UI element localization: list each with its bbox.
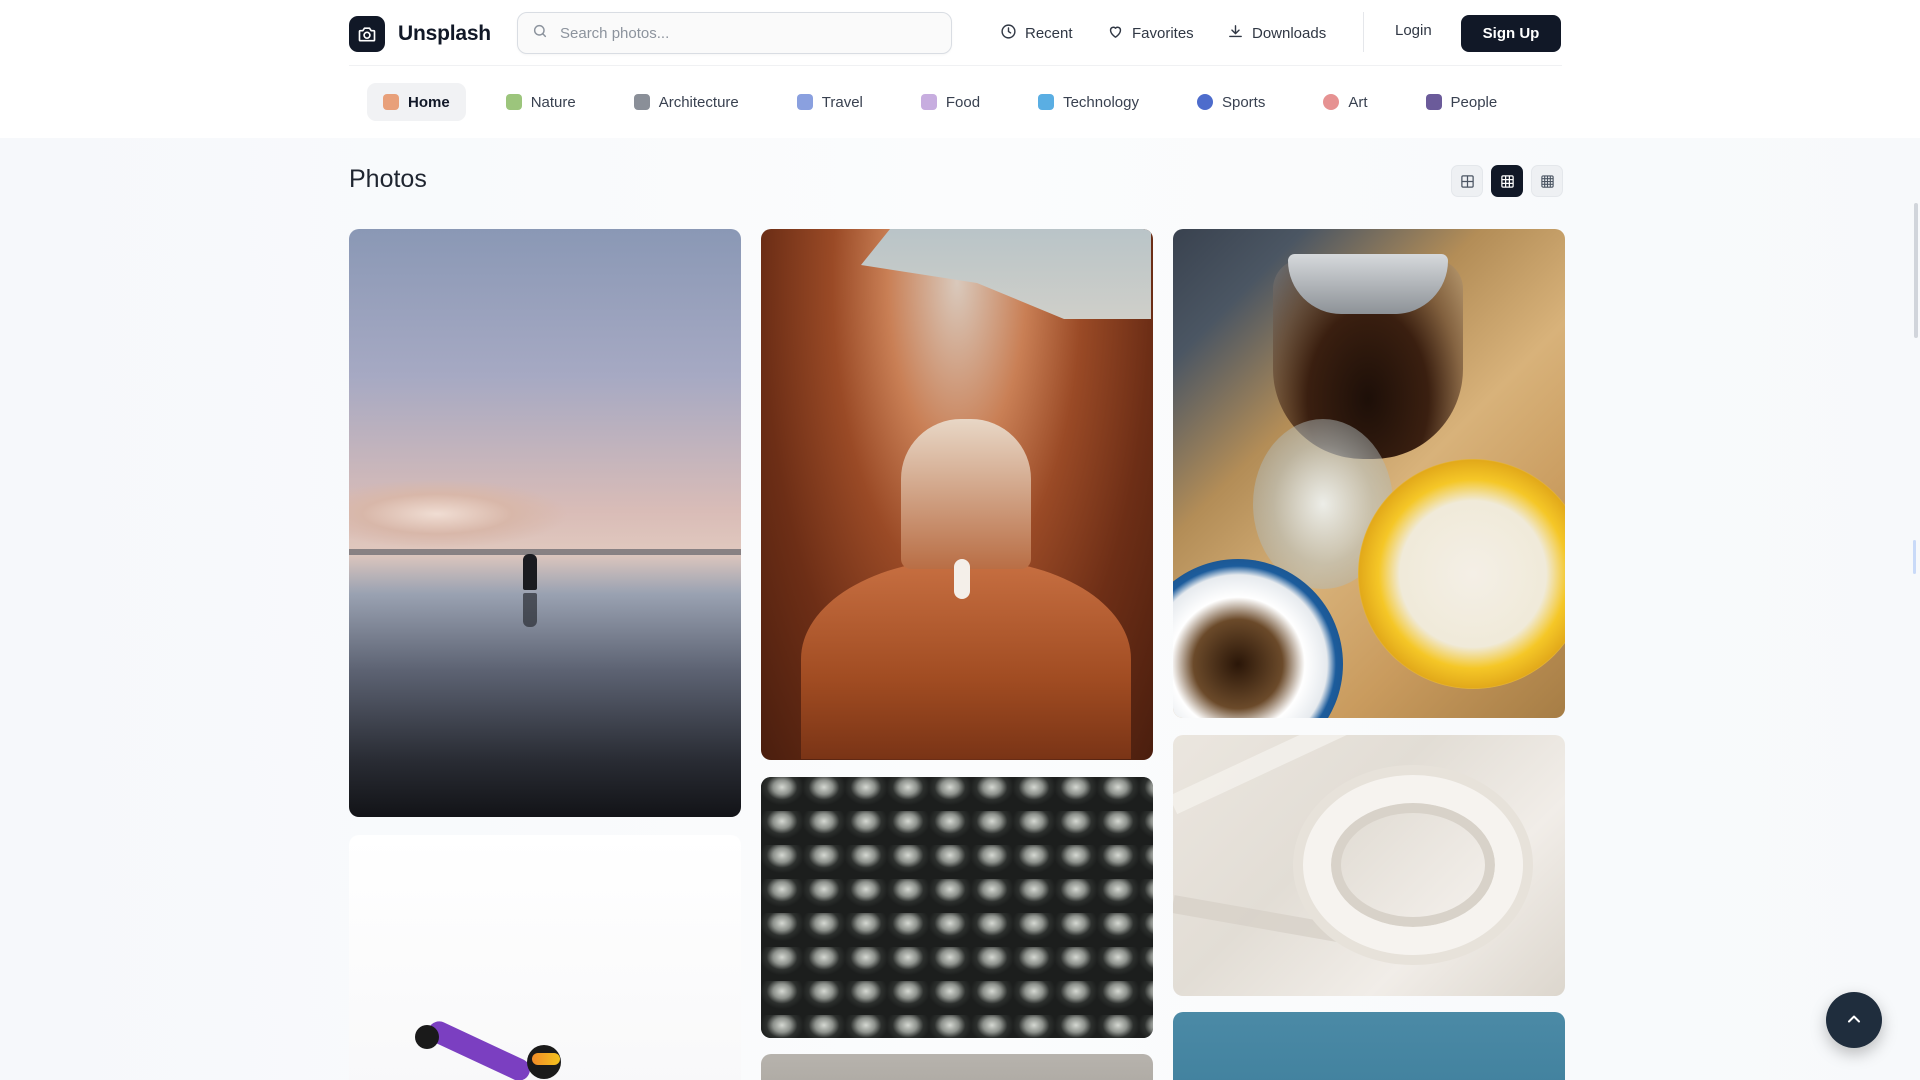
signup-button[interactable]: Sign Up xyxy=(1461,15,1561,52)
nav-recent[interactable]: Recent xyxy=(1000,20,1073,46)
search-bar[interactable] xyxy=(517,12,952,54)
logo[interactable]: Unsplash xyxy=(349,15,491,52)
food-icon xyxy=(920,94,937,110)
category-label: Food xyxy=(945,93,981,111)
grid-2-view-button[interactable] xyxy=(1451,165,1483,197)
category-label: Sports xyxy=(1221,93,1266,111)
category-label: Architecture xyxy=(658,93,739,111)
scrollbar[interactable] xyxy=(1912,0,1920,1080)
nav-downloads-label: Downloads xyxy=(1252,24,1327,42)
grid-4-view-button[interactable] xyxy=(1531,165,1563,197)
page: Unsplash Recent Favorites Downloads xyxy=(0,0,1920,1080)
photo-white-spiral[interactable] xyxy=(1173,735,1565,996)
camera-icon xyxy=(349,15,385,52)
category-home[interactable]: Home xyxy=(367,83,466,121)
computer-icon xyxy=(1038,94,1055,110)
scroll-to-top-button[interactable] xyxy=(1826,992,1882,1048)
category-architecture[interactable]: Architecture xyxy=(618,83,755,121)
nav-downloads[interactable]: Downloads xyxy=(1227,20,1326,46)
palette-icon xyxy=(1323,94,1340,110)
section-title: Photos xyxy=(349,165,427,193)
category-label: Art xyxy=(1348,93,1368,111)
header-divider xyxy=(349,65,1562,66)
ball-icon xyxy=(1196,94,1213,110)
photo-blue-sea[interactable] xyxy=(1173,1012,1565,1080)
home-icon xyxy=(383,94,399,110)
category-label: Home xyxy=(408,93,450,111)
photo-coffee-table[interactable] xyxy=(1173,229,1565,718)
grid-3-view-button[interactable] xyxy=(1491,165,1523,197)
photo-scale-pattern[interactable] xyxy=(761,777,1153,1038)
building-icon xyxy=(633,94,650,110)
search-input[interactable] xyxy=(560,24,920,42)
clock-icon xyxy=(1000,23,1017,44)
people-icon xyxy=(1425,94,1442,110)
nav-divider xyxy=(1363,12,1364,52)
category-people[interactable]: People xyxy=(1410,83,1514,121)
app-name: Unsplash xyxy=(398,21,491,45)
category-food[interactable]: Food xyxy=(905,83,996,121)
photo-desert-arch[interactable] xyxy=(761,229,1153,760)
nav-recent-label: Recent xyxy=(1025,24,1073,42)
category-label: Nature xyxy=(530,93,576,111)
photo-partial[interactable] xyxy=(761,1054,1153,1080)
download-icon xyxy=(1227,23,1244,44)
category-bar: Home Nature Architecture Travel Food Tec… xyxy=(367,83,1513,121)
category-technology[interactable]: Technology xyxy=(1022,83,1155,121)
category-nature[interactable]: Nature xyxy=(490,83,592,121)
view-toggle xyxy=(1451,165,1563,197)
heart-icon xyxy=(1107,23,1124,44)
category-label: Travel xyxy=(821,93,863,111)
scrollbar-thumb[interactable] xyxy=(1914,203,1918,338)
airplane-icon xyxy=(796,94,813,110)
category-art[interactable]: Art xyxy=(1307,83,1383,121)
leaf-icon xyxy=(505,94,522,110)
chevron-up-icon xyxy=(1844,1009,1864,1032)
photo-snowboarder[interactable] xyxy=(349,835,741,1080)
category-sports[interactable]: Sports xyxy=(1181,83,1281,121)
scroll-marker xyxy=(1913,540,1916,574)
header: Unsplash Recent Favorites Downloads xyxy=(0,0,1920,138)
login-link[interactable]: Login xyxy=(1395,22,1432,39)
category-travel[interactable]: Travel xyxy=(781,83,879,121)
category-label: People xyxy=(1450,93,1498,111)
photo-beach-sunset[interactable] xyxy=(349,229,741,817)
nav-favorites-label: Favorites xyxy=(1132,24,1194,42)
category-label: Technology xyxy=(1063,93,1139,111)
nav-favorites[interactable]: Favorites xyxy=(1107,20,1194,46)
search-icon xyxy=(532,23,548,44)
